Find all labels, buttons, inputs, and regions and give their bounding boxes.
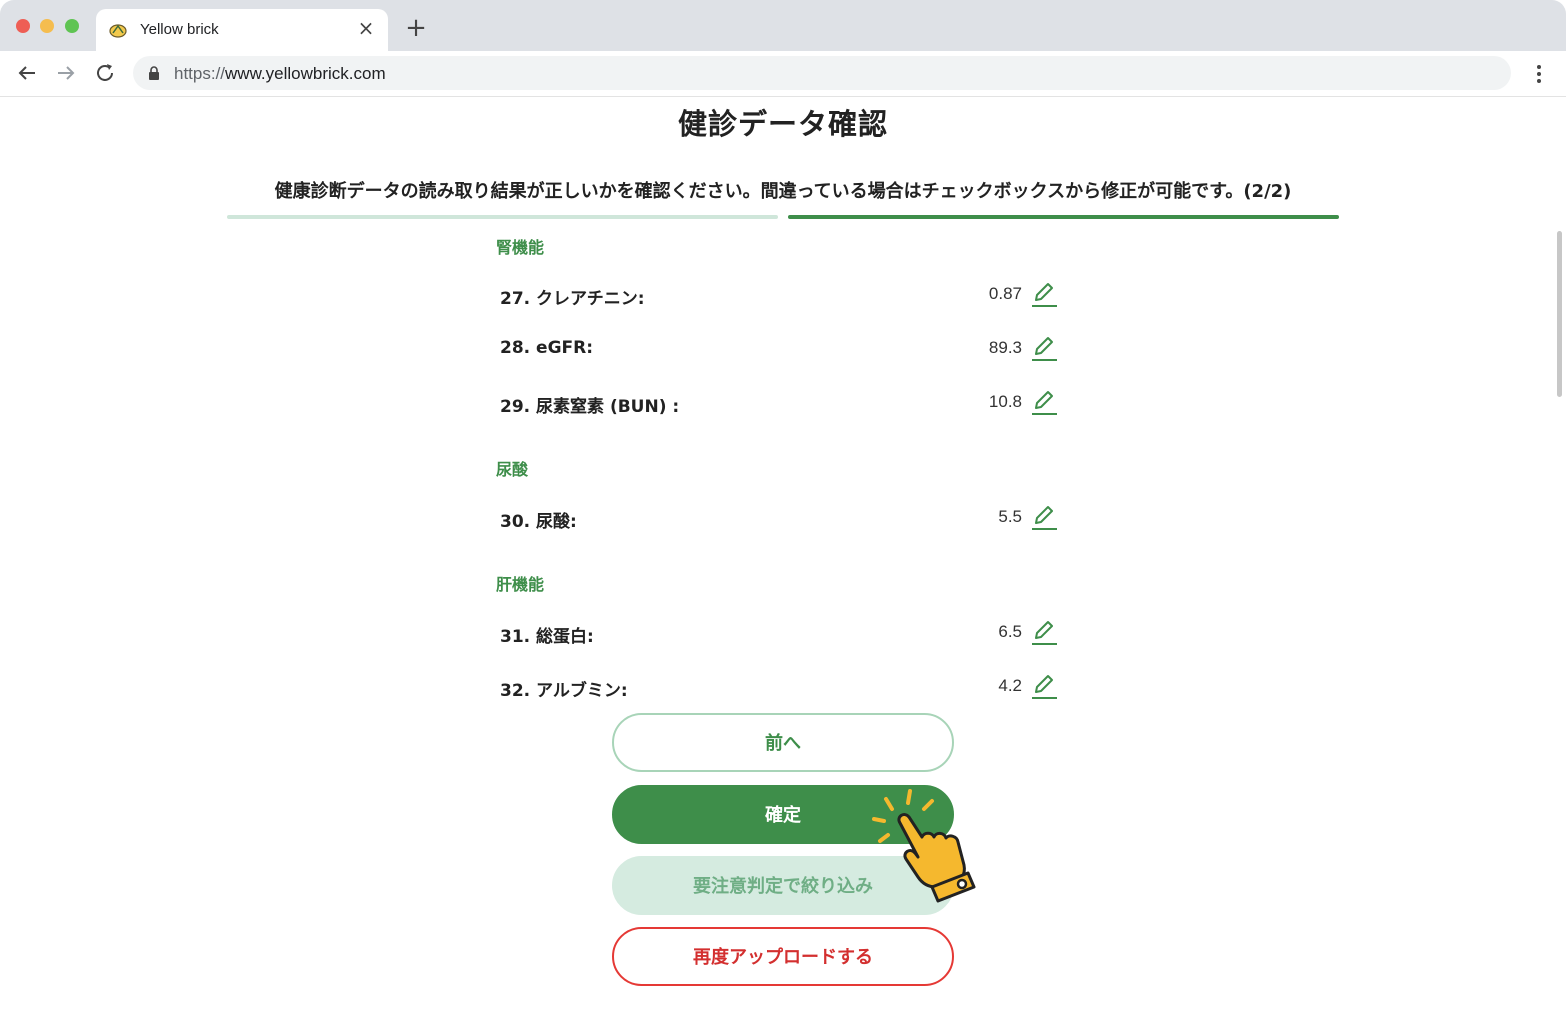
data-row-egfr: 28. eGFR: 89.3 xyxy=(500,334,1060,364)
row-value: 4.2 xyxy=(998,676,1022,695)
data-row-bun: 29. 尿素窒素 (BUN) : 10.8 xyxy=(500,388,1060,418)
progress-step-1 xyxy=(227,215,778,219)
yellowbrick-logo-icon xyxy=(109,24,127,38)
data-row-creatinine: 27. クレアチニン: 0.87 xyxy=(500,280,1060,310)
minimize-window-button[interactable] xyxy=(40,19,54,33)
data-row-total-protein: 31. 総蛋白: 6.5 xyxy=(500,618,1060,648)
scrollbar-thumb[interactable] xyxy=(1557,231,1562,397)
row-label: 32. アルブミン: xyxy=(500,681,628,701)
row-label: 31. 総蛋白: xyxy=(500,627,594,647)
browser-tab[interactable]: Yellow brick × xyxy=(96,9,388,51)
pencil-icon[interactable] xyxy=(1030,388,1058,416)
progress-step-2-active xyxy=(788,215,1339,219)
back-arrow-icon[interactable] xyxy=(15,61,39,85)
forward-arrow-icon[interactable] xyxy=(54,61,78,85)
prev-button[interactable]: 前へ xyxy=(612,713,954,772)
address-bar[interactable]: https://www.yellowbrick.com xyxy=(133,56,1511,90)
row-value: 6.5 xyxy=(998,622,1022,641)
data-row-albumin: 32. アルブミン: 4.2 xyxy=(500,672,1060,702)
reload-icon[interactable] xyxy=(93,61,117,85)
data-row-uric-acid: 30. 尿酸: 5.5 xyxy=(500,503,1060,533)
url-text: https://www.yellowbrick.com xyxy=(174,64,386,83)
new-tab-icon[interactable]: + xyxy=(404,15,428,41)
close-window-button[interactable] xyxy=(16,19,30,33)
pencil-icon[interactable] xyxy=(1030,280,1058,308)
row-value: 10.8 xyxy=(988,392,1022,411)
pencil-icon[interactable] xyxy=(1030,672,1058,700)
page-viewport: 健診データ確認 健康診断データの読み取り結果が正しいかを確認ください。間違ってい… xyxy=(0,97,1566,1028)
maximize-window-button[interactable] xyxy=(65,19,79,33)
reupload-button[interactable]: 再度アップロードする xyxy=(612,927,954,986)
browser-toolbar: https://www.yellowbrick.com xyxy=(0,51,1566,97)
lock-icon xyxy=(149,66,159,80)
page-title: 健診データ確認 xyxy=(677,107,888,141)
row-label: 30. 尿酸: xyxy=(500,512,577,532)
instruction-text: 健康診断データの読み取り結果が正しいかを確認ください。間違っている場合はチェック… xyxy=(274,181,1292,202)
close-tab-icon[interactable]: × xyxy=(356,18,376,38)
pencil-icon[interactable] xyxy=(1030,334,1058,362)
row-value: 0.87 xyxy=(988,284,1022,303)
pencil-icon[interactable] xyxy=(1030,618,1058,646)
pencil-icon[interactable] xyxy=(1030,503,1058,531)
section-title-liver: 肝機能 xyxy=(496,575,545,594)
browser-menu-icon[interactable] xyxy=(1530,63,1548,85)
section-title-kidney: 腎機能 xyxy=(496,238,545,257)
row-label: 29. 尿素窒素 (BUN) : xyxy=(500,397,680,417)
tab-bar: Yellow brick × + xyxy=(0,0,1566,51)
row-label: 27. クレアチニン: xyxy=(500,289,645,309)
row-label: 28. eGFR: xyxy=(500,338,594,358)
pointing-hand-icon xyxy=(872,789,976,903)
tab-title: Yellow brick xyxy=(140,21,219,38)
row-value: 89.3 xyxy=(988,338,1022,357)
row-value: 5.5 xyxy=(998,507,1022,526)
browser-window: Yellow brick × + https://www.yellowbrick… xyxy=(0,0,1566,1028)
section-title-uric-acid: 尿酸 xyxy=(496,460,529,479)
